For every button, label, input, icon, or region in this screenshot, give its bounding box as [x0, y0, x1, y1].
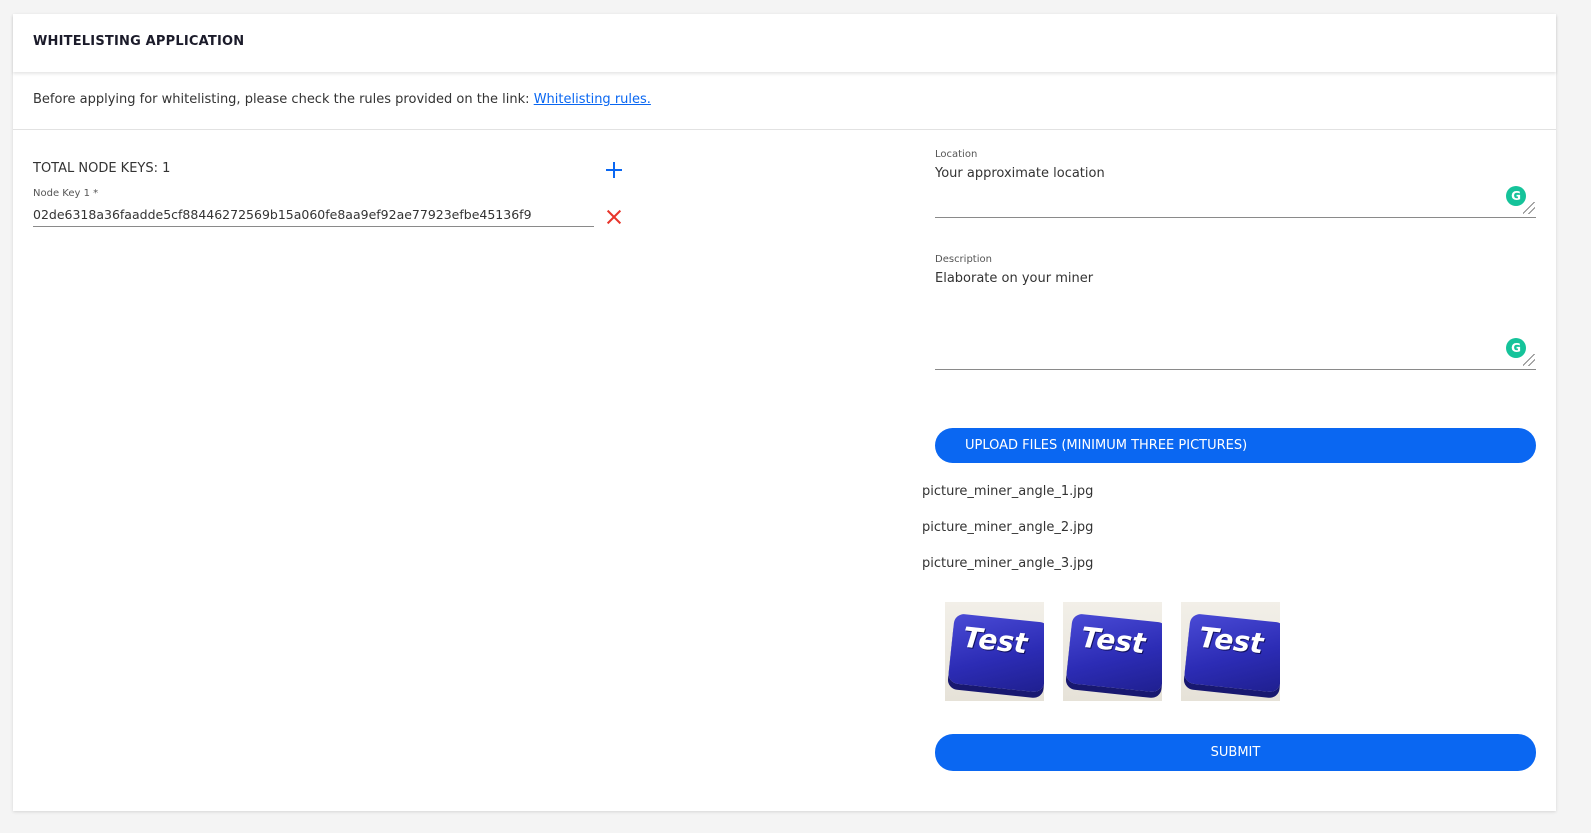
notice-message: Before applying for whitelisting, please… — [33, 92, 534, 107]
thumbnail-2[interactable]: Test — [1063, 602, 1162, 701]
thumbnail-1[interactable]: Test — [945, 602, 1044, 701]
rules-notice: Before applying for whitelisting, please… — [13, 74, 1556, 130]
application-card: WHITELISTING APPLICATION Before applying… — [13, 14, 1556, 811]
total-node-keys: TOTAL NODE KEYS: 1 — [33, 161, 171, 176]
description-label: Description — [935, 254, 992, 265]
description-field[interactable]: G — [935, 271, 1536, 370]
node-key-label: Node Key 1 * — [33, 188, 99, 199]
add-node-key-button[interactable] — [604, 160, 624, 180]
location-field[interactable]: G — [935, 166, 1536, 218]
notice-text: Before applying for whitelisting, please… — [33, 92, 651, 107]
thumbnail-3[interactable]: Test — [1181, 602, 1280, 701]
remove-node-key-button[interactable] — [604, 207, 624, 227]
node-key-field[interactable] — [33, 204, 594, 227]
description-input[interactable] — [935, 271, 1536, 369]
uploaded-file-3: picture_miner_angle_3.jpg — [922, 556, 1094, 571]
thumbnail-text: Test — [1079, 620, 1148, 661]
page-title: WHITELISTING APPLICATION — [33, 34, 245, 49]
upload-files-button[interactable]: UPLOAD FILES (MINIMUM THREE PICTURES) — [935, 428, 1536, 463]
uploaded-file-2: picture_miner_angle_2.jpg — [922, 520, 1094, 535]
resize-handle-icon[interactable] — [1523, 354, 1535, 366]
location-label: Location — [935, 149, 978, 160]
node-key-input[interactable] — [33, 204, 594, 225]
whitelisting-rules-link[interactable]: Whitelisting rules. — [534, 92, 651, 107]
thumbnail-text: Test — [961, 620, 1030, 661]
card-header: WHITELISTING APPLICATION — [13, 14, 1556, 72]
uploaded-file-1: picture_miner_angle_1.jpg — [922, 484, 1094, 499]
resize-handle-icon[interactable] — [1523, 202, 1535, 214]
thumbnail-text: Test — [1197, 620, 1266, 661]
submit-button[interactable]: SUBMIT — [935, 734, 1536, 771]
location-input[interactable] — [935, 166, 1536, 217]
